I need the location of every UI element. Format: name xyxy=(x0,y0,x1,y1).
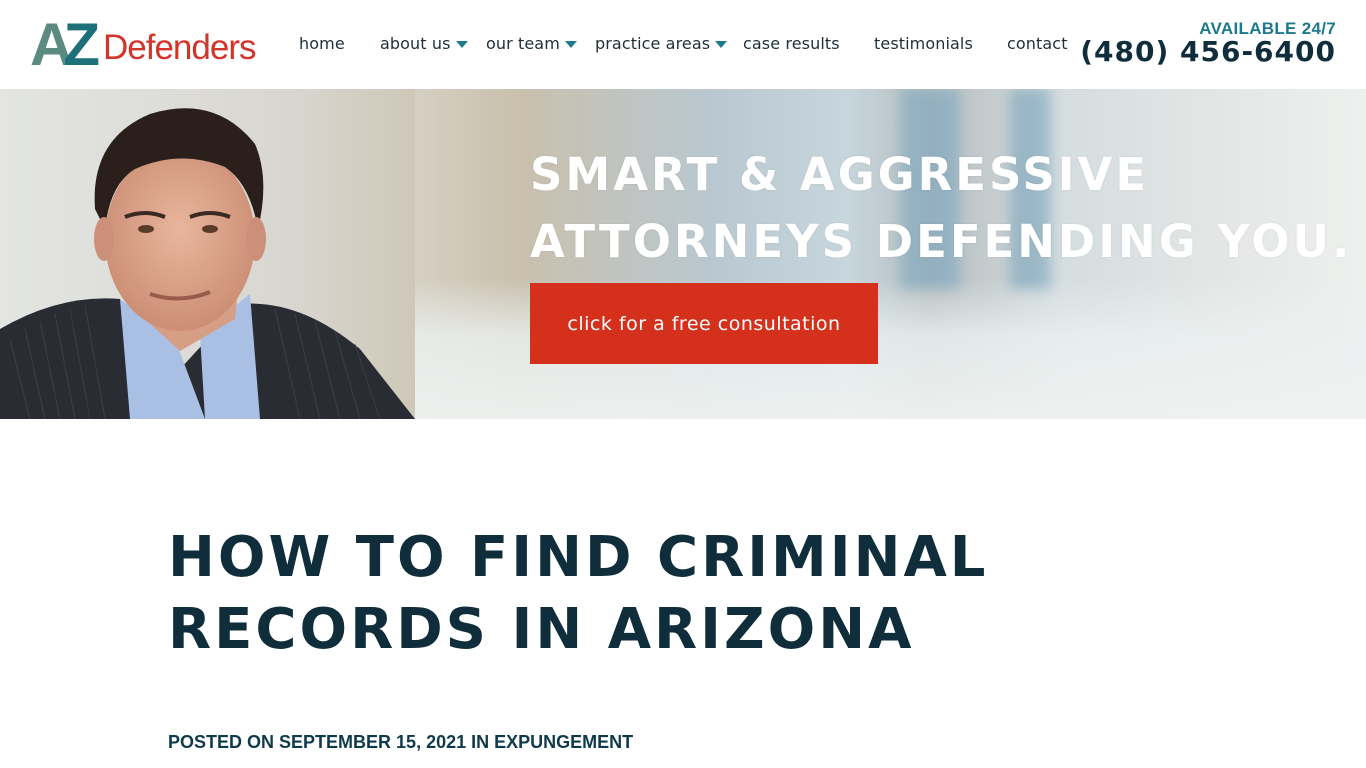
nav-item-our-team[interactable]: our team xyxy=(486,34,577,53)
nav-label: case results xyxy=(743,34,840,53)
nav-label: practice areas xyxy=(595,34,711,53)
post-date: SEPTEMBER 15, 2021 xyxy=(279,732,467,752)
logo-letter-z: Z xyxy=(63,11,100,78)
attorney-portrait xyxy=(0,89,415,419)
nav-label: testimonials xyxy=(874,34,973,53)
logo-az-mark: AZ xyxy=(30,15,100,75)
caret-down-icon xyxy=(455,41,468,48)
portrait-image xyxy=(0,89,415,419)
caret-down-icon xyxy=(564,41,577,48)
nav-item-about-us[interactable]: about us xyxy=(380,34,468,53)
caret-down-icon xyxy=(715,41,728,48)
nav-label: about us xyxy=(380,34,451,53)
nav-item-contact[interactable]: contact xyxy=(1007,34,1068,53)
hero-headline-line-1: SMART & AGGRESSIVE xyxy=(530,148,1150,201)
nav-item-home[interactable]: home xyxy=(299,34,345,53)
post-title: HOW TO FIND CRIMINAL RECORDS IN ARIZONA xyxy=(168,525,989,662)
nav-item-practice-areas[interactable]: practice areas xyxy=(595,34,728,53)
hero-headline: SMART & AGGRESSIVE ATTORNEYS DEFENDING Y… xyxy=(530,141,1352,275)
hero-banner: SMART & AGGRESSIVE ATTORNEYS DEFENDING Y… xyxy=(0,89,1366,419)
nav-item-testimonials[interactable]: testimonials xyxy=(874,34,973,53)
post-category-link[interactable]: EXPUNGEMENT xyxy=(494,732,633,752)
nav-label: contact xyxy=(1007,34,1068,53)
in-label: IN xyxy=(471,732,490,752)
nav-label: our team xyxy=(486,34,560,53)
site-header: AZ Defenders home about us our team prac… xyxy=(0,0,1366,89)
logo-letter-a: A xyxy=(30,11,73,78)
site-logo[interactable]: AZ Defenders xyxy=(30,15,266,75)
posted-on-label: POSTED ON xyxy=(168,732,275,752)
nav-label: home xyxy=(299,34,345,53)
post-meta: POSTED ON SEPTEMBER 15, 2021 IN EXPUNGEM… xyxy=(168,731,633,753)
header-contact: AVAILABLE 24/7 (480) 456-6400 xyxy=(1080,20,1336,66)
logo-wordmark: Defenders xyxy=(103,28,256,67)
free-consultation-button[interactable]: click for a free consultation xyxy=(530,283,878,364)
hero-headline-line-2: ATTORNEYS DEFENDING YOU. xyxy=(530,215,1353,268)
nav-item-case-results[interactable]: case results xyxy=(743,34,840,53)
phone-link[interactable]: (480) 456-6400 xyxy=(1080,35,1336,68)
